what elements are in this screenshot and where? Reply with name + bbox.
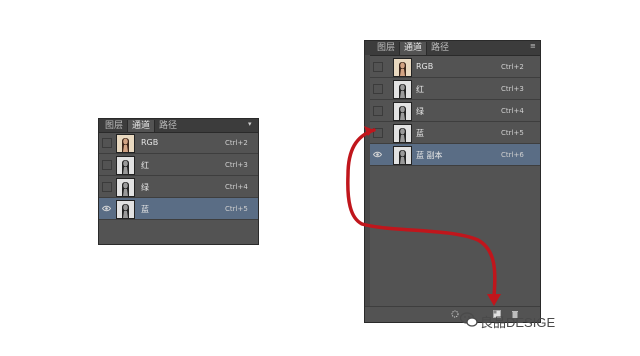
annotation-arrow bbox=[346, 126, 501, 306]
watermark-text: 良品DESIGE bbox=[480, 315, 556, 330]
wechat-logo-icon bbox=[460, 312, 478, 327]
watermark: 良品DESIGE bbox=[460, 312, 556, 331]
